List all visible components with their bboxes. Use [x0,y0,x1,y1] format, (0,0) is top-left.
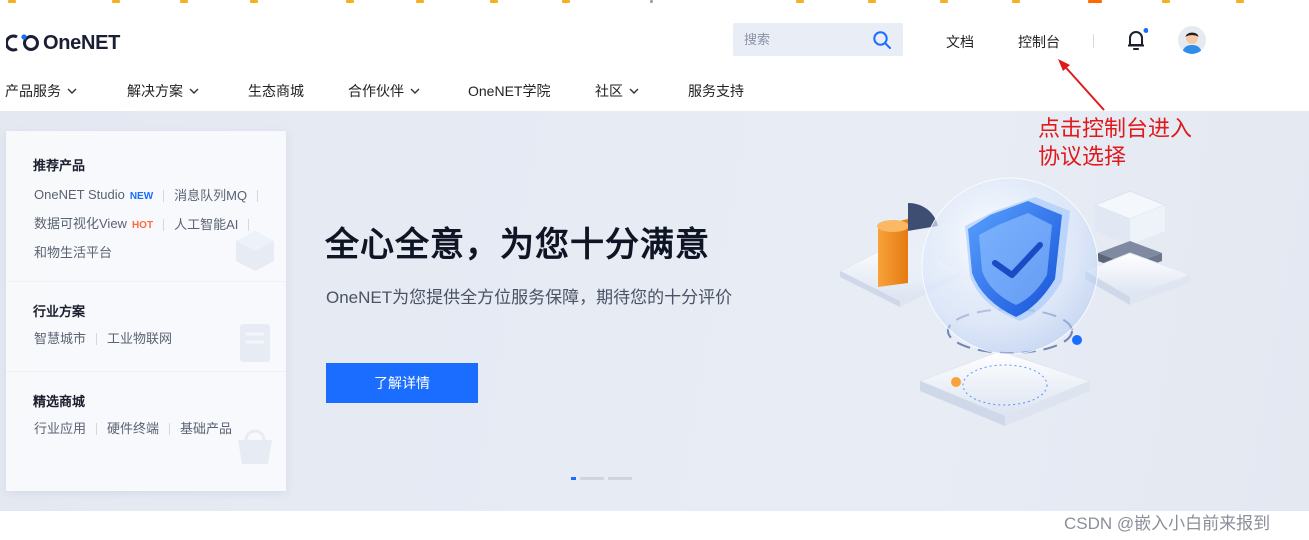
tag-separator [163,189,165,202]
annotation-line-2: 协议选择 [1038,145,1127,170]
logo-text: OneNET [43,31,121,54]
avatar-icon [1178,26,1206,54]
search-box[interactable] [733,23,903,56]
nav-item-partners[interactable]: 合作伙伴 [348,81,420,101]
industry-section: 行业方案 智慧城市 工业物联网 [6,281,286,372]
recommend-section: 推荐产品 OneNET Studio NEW 消息队列MQ 数据可视化View HO… [6,131,286,281]
carousel-dot[interactable] [580,477,604,480]
carousel-dot[interactable] [608,477,632,480]
carousel-dot-active[interactable] [571,477,576,480]
user-avatar[interactable] [1178,26,1206,54]
notification-dot [1143,28,1148,33]
nav-item-mall[interactable]: 生态商城 [248,81,304,101]
nav-item-label: 解决方案 [127,83,183,99]
search-icon[interactable] [872,30,892,50]
header-divider [1093,34,1094,48]
tag-hardware[interactable]: 硬件终端 [107,415,159,442]
product-panel: 推荐产品 OneNET Studio NEW 消息队列MQ 数据可视化View HO… [6,131,286,491]
main-nav: 产品服务 解决方案 生态商城 合作伙伴 OneNET学院 社区 服务支持 [0,78,1309,104]
annotation-arrow [1058,59,1105,111]
onenet-logo-icon [6,34,39,52]
onenet-logo[interactable]: OneNET [6,30,120,56]
industry-tags: 智慧城市 工业物联网 [34,325,172,352]
tag-separator [96,332,98,345]
nav-item-academy[interactable]: OneNET学院 [468,81,550,101]
tag-label: OneNET Studio [34,187,125,202]
nav-item-label: 合作伙伴 [348,83,404,99]
hero-title: 全心全意，为您十分满意 [325,226,710,264]
tag-iiot[interactable]: 工业物联网 [107,325,172,352]
document-decoration-icon [240,324,270,362]
nav-item-label: 产品服务 [5,83,61,99]
new-badge: NEW [129,191,154,202]
console-link[interactable]: 控制台 [1018,32,1060,52]
hero-subtitle: OneNET为您提供全方位服务保障，期待您的十分评价 [326,288,733,307]
annotation-line-1: 点击控制台进入 [1038,117,1193,142]
nav-item-solutions[interactable]: 解决方案 [127,81,199,101]
tag-basic-products[interactable]: 基础产品 [180,415,232,442]
tag-separator [257,189,259,202]
nav-item-products[interactable]: 产品服务 [5,81,77,101]
section-title: 精选商城 [33,394,86,409]
tag-separator [169,422,171,435]
tag-mq[interactable]: 消息队列MQ [174,182,247,209]
docs-link[interactable]: 文档 [946,32,974,52]
site-header: OneNET 文档 控制台 [0,14,1309,70]
nav-item-label: 社区 [595,83,623,99]
tag-separator [96,422,98,435]
nav-item-community[interactable]: 社区 [595,81,639,101]
nav-item-label: 服务支持 [688,83,744,99]
top-color-strip [0,0,1309,4]
tag-ai[interactable]: 人工智能AI [174,211,238,238]
section-title: 行业方案 [33,304,86,319]
security-shield-illustration [838,177,1192,426]
tag-view[interactable]: 数据可视化View HOT [34,210,153,239]
mall-section: 精选商城 行业应用 硬件终端 基础产品 [6,371,286,492]
learn-more-button[interactable]: 了解详情 [326,363,478,403]
carousel-indicators [571,477,636,480]
annotation-text: 点击控制台进入 协议选择 [1038,116,1192,172]
hot-badge: HOT [131,220,154,231]
section-title: 推荐产品 [33,158,86,173]
nav-item-label: OneNET学院 [468,83,551,99]
tag-life-platform[interactable]: 和物生活平台 [34,239,112,266]
tag-onenet-studio[interactable]: OneNET Studio NEW [34,181,153,210]
chevron-down-icon [67,88,77,94]
nav-item-label: 生态商城 [248,83,304,99]
chevron-down-icon [410,88,420,94]
cube-decoration-icon [236,231,274,271]
bell-icon[interactable] [1124,28,1148,52]
tag-separator [163,218,165,231]
nav-item-support[interactable]: 服务支持 [688,81,744,101]
box-decoration-icon [238,429,272,464]
tag-label: 数据可视化View [34,216,127,231]
mall-tags: 行业应用 硬件终端 基础产品 [34,415,232,442]
csdn-watermark: CSDN @嵌入小白前来报到 [1064,514,1271,533]
chevron-down-icon [629,88,639,94]
search-input[interactable] [742,31,866,48]
tag-smart-city[interactable]: 智慧城市 [34,325,86,352]
tag-industry-apps[interactable]: 行业应用 [34,415,86,442]
chevron-down-icon [189,88,199,94]
